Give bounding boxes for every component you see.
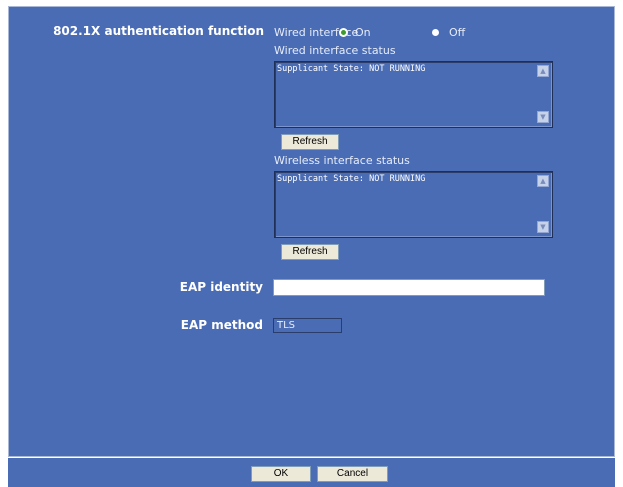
scroll-down-icon[interactable]: ▼ xyxy=(537,221,549,233)
eap-method-label: EAP method xyxy=(180,318,263,332)
scroll-up-icon[interactable]: ▲ xyxy=(537,175,549,187)
radio-on-label[interactable]: On xyxy=(355,26,371,39)
auth-function-label: 802.1X authentication function xyxy=(53,24,264,38)
radio-off-label[interactable]: Off xyxy=(449,26,465,39)
wireless-status-text: Supplicant State: NOT RUNNING xyxy=(277,174,426,184)
radio-on[interactable] xyxy=(339,28,348,37)
scroll-down-icon[interactable]: ▼ xyxy=(537,111,549,123)
ok-button[interactable]: OK xyxy=(251,466,311,482)
wireless-status-scrollbar[interactable]: ▲ ▼ xyxy=(536,173,551,236)
wired-status-scrollbar[interactable]: ▲ ▼ xyxy=(536,63,551,126)
eap-identity-label: EAP identity xyxy=(179,280,263,294)
wireless-status-heading: Wireless interface status xyxy=(274,154,410,167)
wireless-refresh-button[interactable]: Refresh xyxy=(281,244,339,260)
wired-status-text: Supplicant State: NOT RUNNING xyxy=(277,64,426,74)
cancel-button[interactable]: Cancel xyxy=(317,466,388,482)
settings-panel: 802.1X authentication function Wired int… xyxy=(8,6,615,457)
scroll-up-icon[interactable]: ▲ xyxy=(537,65,549,77)
eap-method-field: TLS xyxy=(273,318,342,333)
wired-refresh-button[interactable]: Refresh xyxy=(281,134,339,150)
wired-status-heading: Wired interface status xyxy=(274,44,396,57)
wireless-status-textarea[interactable]: Supplicant State: NOT RUNNING ▲ ▼ xyxy=(274,171,553,238)
footer-bar: OK Cancel xyxy=(8,458,615,487)
radio-off[interactable] xyxy=(432,29,439,36)
eap-identity-input[interactable] xyxy=(273,279,545,296)
wired-status-textarea[interactable]: Supplicant State: NOT RUNNING ▲ ▼ xyxy=(274,61,553,128)
